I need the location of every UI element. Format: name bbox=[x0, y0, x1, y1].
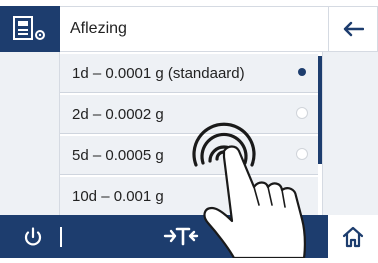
back-button[interactable] bbox=[328, 6, 378, 52]
home-icon bbox=[342, 226, 364, 247]
balance-settings-icon bbox=[13, 16, 45, 40]
toolbar-divider bbox=[60, 227, 62, 247]
list-item-label: 2d – 0.0002 g bbox=[72, 105, 164, 123]
app-icon-tile bbox=[0, 6, 60, 52]
list-item-label: 10d – 0.001 g bbox=[72, 187, 164, 205]
power-button[interactable] bbox=[22, 226, 44, 248]
tap-gesture-overlay bbox=[170, 95, 340, 260]
list-item-label: 1d – 0.0001 g (standaard) bbox=[72, 64, 245, 82]
arrow-left-icon bbox=[343, 21, 364, 37]
settings-screen: Aflezing 1d – 0.0001 g (standaard) 2d – … bbox=[0, 0, 378, 260]
tap-gesture-hand-icon bbox=[192, 122, 306, 260]
radio-selected[interactable] bbox=[296, 66, 308, 78]
list-item-label: 5d – 0.0005 g bbox=[72, 146, 164, 164]
power-icon bbox=[24, 227, 42, 246]
list-item-1d[interactable]: 1d – 0.0001 g (standaard) bbox=[60, 54, 318, 93]
left-margin-panel bbox=[0, 52, 60, 215]
page-title: Aflezing bbox=[60, 6, 328, 52]
